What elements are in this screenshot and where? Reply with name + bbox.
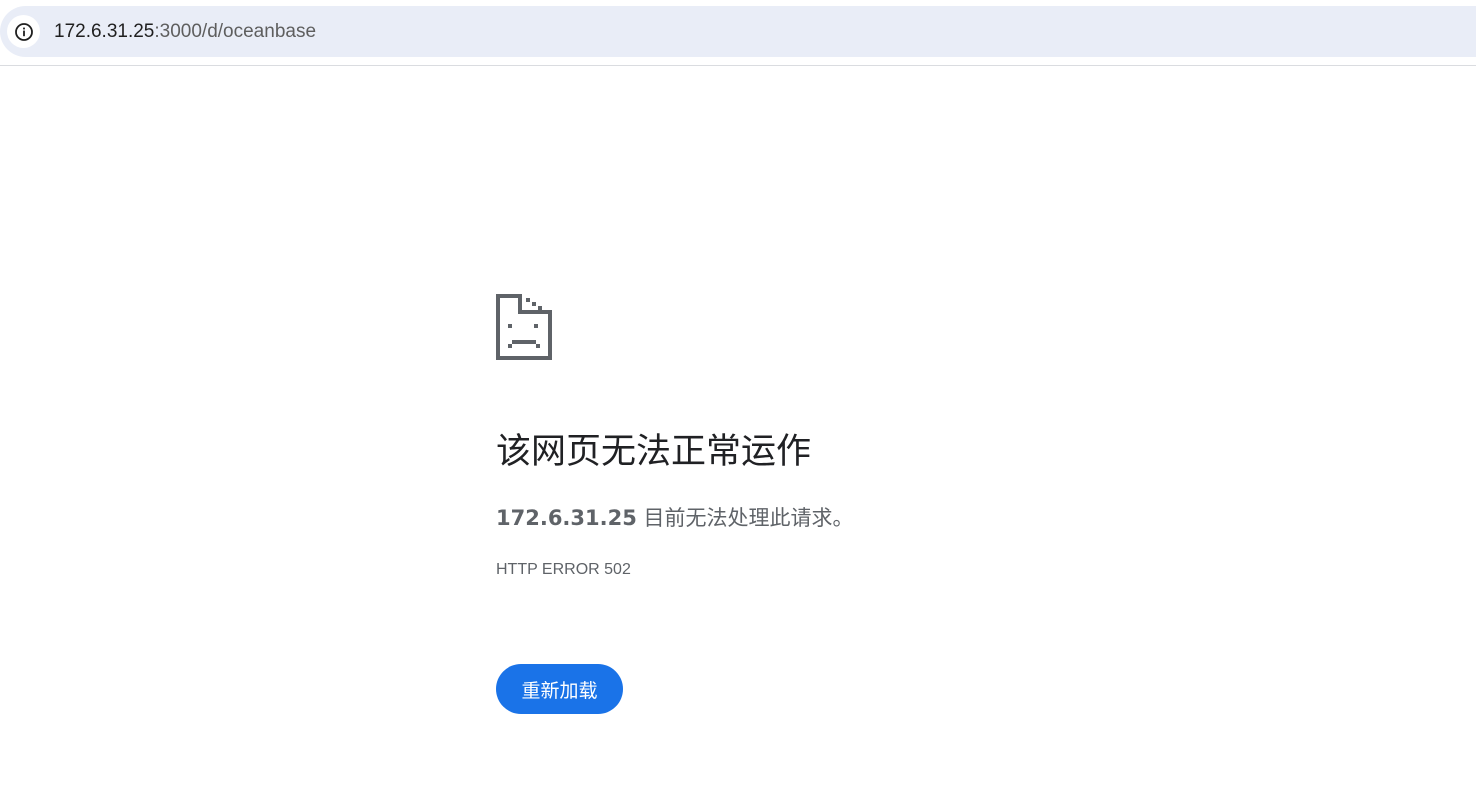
url-host: 172.6.31.25 [54, 21, 155, 42]
error-code: HTTP ERROR 502 [496, 561, 631, 578]
url-text[interactable]: 172.6.31.25:3000/d/oceanbase [54, 20, 316, 44]
reload-button[interactable]: 重新加载 [496, 664, 623, 714]
url-path: :3000/d/oceanbase [154, 21, 317, 42]
error-host: 172.6.31.25 [496, 506, 637, 530]
sad-document-icon [496, 294, 1196, 360]
info-circle-icon [14, 22, 34, 42]
error-description-text: 目前无法处理此请求。 [636, 506, 854, 530]
address-bar[interactable]: 172.6.31.25:3000/d/oceanbase [0, 6, 1476, 57]
error-content: 该网页无法正常运作 172.6.31.25 目前无法处理此请求。 HTTP ER… [496, 294, 1196, 714]
browser-toolbar: 172.6.31.25:3000/d/oceanbase [0, 0, 1476, 66]
error-description: 172.6.31.25 目前无法处理此请求。 [496, 502, 854, 534]
site-info-button[interactable] [7, 15, 40, 48]
error-title: 该网页无法正常运作 [496, 432, 812, 472]
